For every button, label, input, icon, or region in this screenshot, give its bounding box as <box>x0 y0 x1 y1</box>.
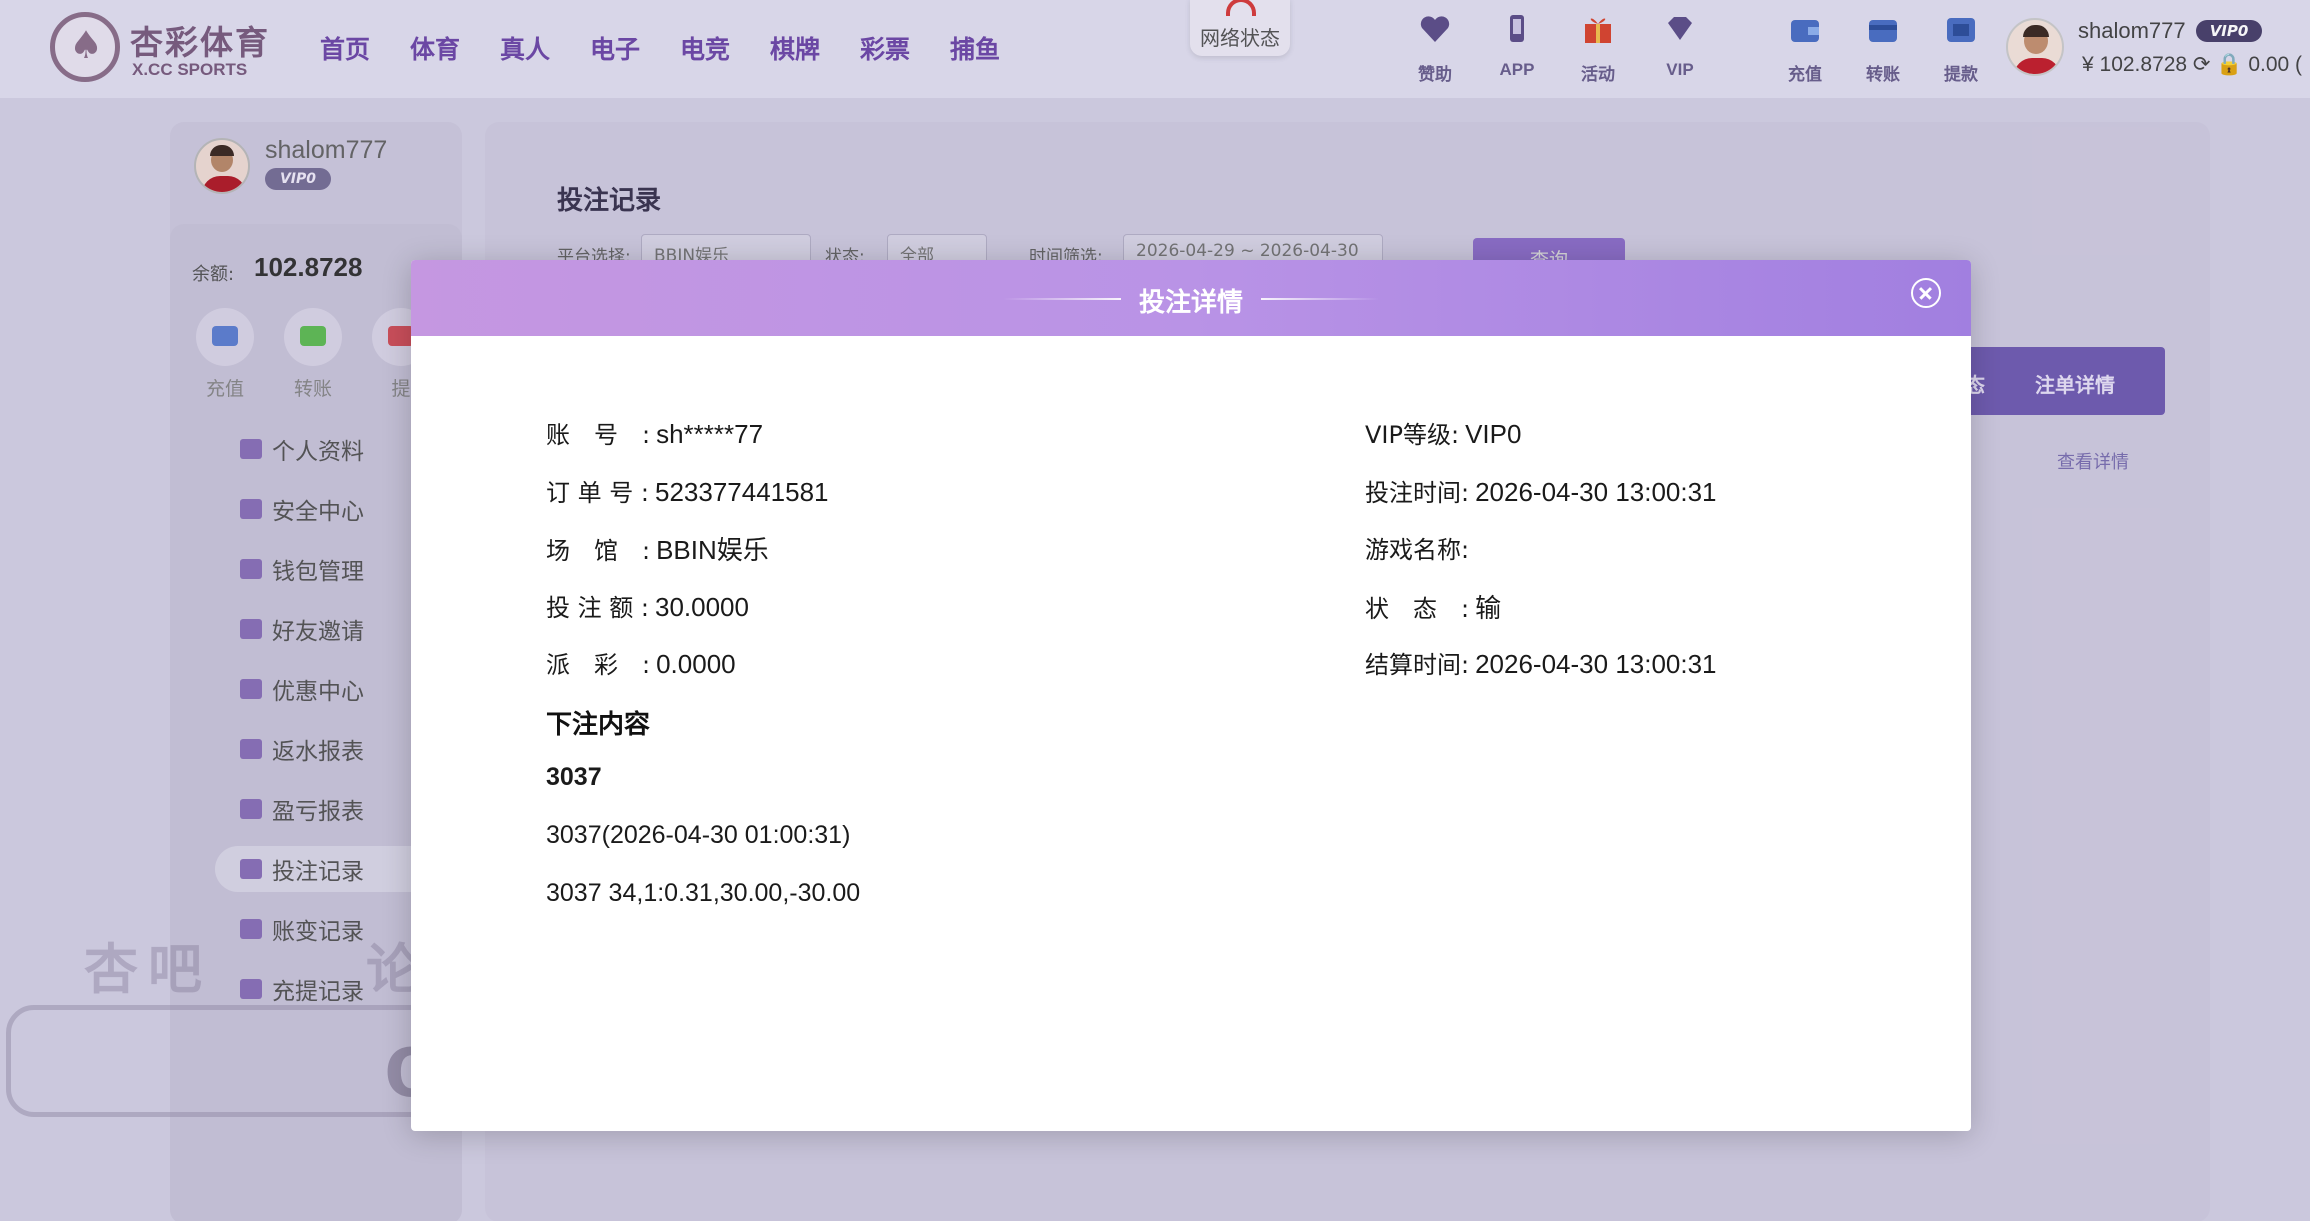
field-bet-time: 投注时间: 2026-04-30 13:00:31 <box>1365 473 1717 508</box>
watermark-text: 杏吧 <box>84 938 212 1001</box>
field-label: 投注时间: <box>1365 479 1470 507</box>
title-decoration-line <box>1261 298 1379 300</box>
field-value: 输 <box>1475 593 1502 623</box>
field-label: 订 单 号 : <box>546 479 649 507</box>
field-value: BBIN娱乐 <box>656 535 769 565</box>
bet-content-line: 3037(2026-04-30 01:00:31) <box>546 821 851 849</box>
field-status: 状 态 :输 <box>1365 588 1501 625</box>
field-value: VIP0 <box>1465 419 1522 449</box>
field-vip-level: VIP等级: VIP0 <box>1365 415 1521 450</box>
field-settle-time: 结算时间: 2026-04-30 13:00:31 <box>1365 645 1717 680</box>
field-bet-amount: 投 注 额 :30.0000 <box>546 588 749 623</box>
field-label: 结算时间: <box>1365 651 1470 679</box>
field-value: 2026-04-30 13:00:31 <box>1475 649 1717 679</box>
field-value: 2026-04-30 13:00:31 <box>1475 477 1717 507</box>
field-venue: 场 馆 : BBIN娱乐 <box>546 530 769 567</box>
field-label: 游戏名称: <box>1365 536 1470 564</box>
bet-content-title: 下注内容 <box>546 710 651 740</box>
field-label: 账 号 : <box>546 421 651 449</box>
field-value: 30.0000 <box>654 592 749 622</box>
field-payout: 派 彩 :0.0000 <box>546 645 736 680</box>
bet-detail-modal: 投注详情 账 号 : sh*****77 订 单 号 :523377441581 … <box>411 260 1971 1131</box>
field-label: 派 彩 : <box>546 651 651 679</box>
field-value: sh*****77 <box>656 419 764 449</box>
modal-title: 投注详情 <box>1138 288 1243 318</box>
field-value: 523377441581 <box>654 477 829 507</box>
field-label: 场 馆 : <box>546 537 651 565</box>
field-order-number: 订 单 号 :523377441581 <box>546 473 829 508</box>
field-value: 0.0000 <box>656 649 736 679</box>
bet-content-line: 3037 <box>546 763 602 791</box>
bet-content-line: 3037 34,1:0.31,30.00,-30.00 <box>546 879 861 907</box>
field-label: VIP等级: <box>1365 421 1460 449</box>
modal-header: 投注详情 <box>411 260 1971 336</box>
field-game-name: 游戏名称: <box>1365 530 1475 565</box>
close-icon[interactable] <box>1911 278 1941 308</box>
field-account: 账 号 : sh*****77 <box>546 415 763 450</box>
field-label: 投 注 额 : <box>546 594 649 622</box>
field-label: 状 态 : <box>1365 595 1470 623</box>
